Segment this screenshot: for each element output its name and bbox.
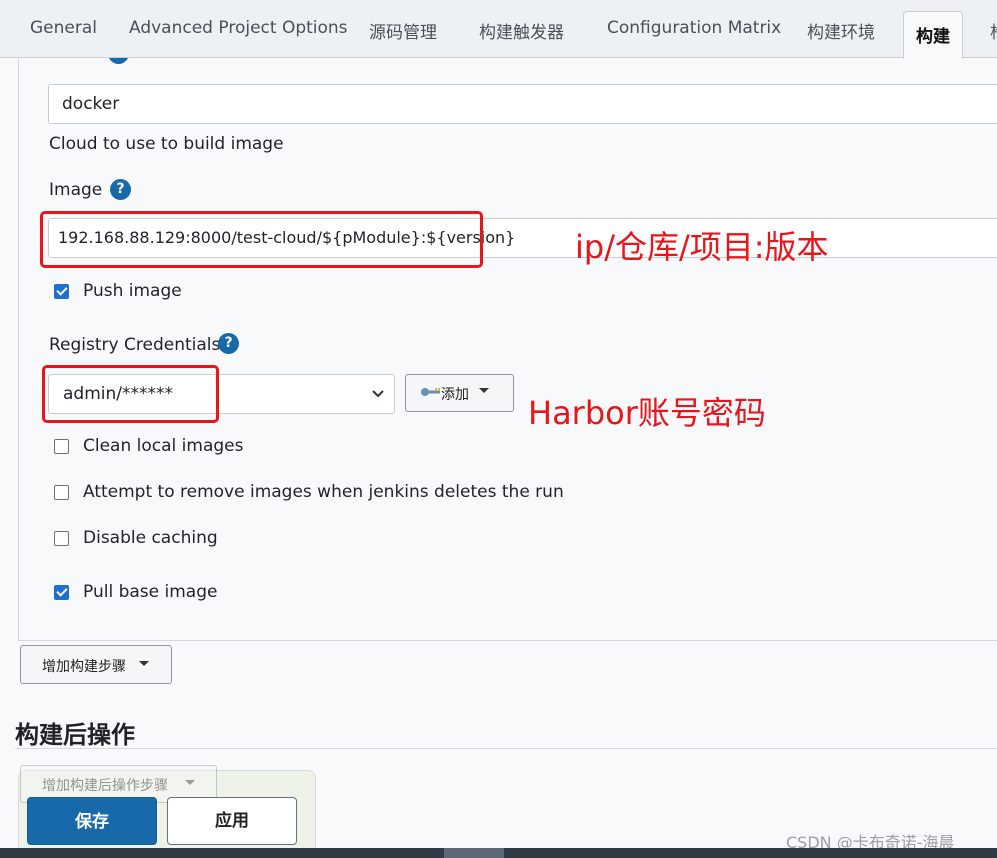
add-build-step-label: 增加构建步骤 [42,659,126,675]
pull-base-image-label: Pull base image [83,582,218,602]
apply-button[interactable]: 应用 [167,797,297,845]
section-divider [15,748,997,749]
caret-down-icon [138,652,150,680]
clean-local-images-label: Clean local images [83,436,244,456]
clean-local-images-checkbox[interactable] [54,439,69,454]
registry-credentials-label: Registry Credentials [49,335,221,355]
image-annotation: ip/仓库/项目:版本 [575,228,829,266]
push-image-checkbox[interactable] [54,284,69,299]
tab-env-label[interactable]: 构建环境 [807,18,875,43]
tab-general-label[interactable]: General [30,18,97,38]
caret-down-icon [184,771,196,799]
horizontal-scrollbar[interactable] [0,848,997,858]
post-build-title: 构建后操作 [15,721,135,749]
image-help-icon[interactable]: ? [110,179,131,200]
add-credentials-button[interactable]: 添加 [405,374,514,412]
cloud-input[interactable]: docker [48,84,997,124]
scrollbar-thumb[interactable] [444,848,504,858]
registry-credentials-help-icon[interactable]: ? [218,333,239,354]
tab-build-label[interactable]: 构建 [903,11,963,59]
chevron-down-icon [370,381,386,411]
image-highlight-box [40,211,483,268]
tab-advanced-label[interactable]: Advanced Project Options [129,18,348,38]
disable-caching-checkbox[interactable] [54,531,69,546]
config-tab-bar-overlay: General Advanced Project Options 源码管理 构建… [0,0,997,59]
credentials-annotation: Harbor账号密码 [528,394,766,432]
add-credentials-label: 添加 [441,387,469,403]
add-build-step-button[interactable]: 增加构建步骤 [20,645,172,684]
image-label: Image [49,180,103,200]
add-post-build-step-label: 增加构建后操作步骤 [42,778,168,794]
disable-caching-label: Disable caching [83,528,218,548]
remove-images-label: Attempt to remove images when jenkins de… [83,482,564,502]
push-image-label: Push image [83,281,182,301]
pull-base-image-checkbox[interactable] [54,585,69,600]
caret-down-icon [478,379,490,407]
remove-images-checkbox[interactable] [54,485,69,500]
tab-triggers-label[interactable]: 构建触发器 [479,18,564,43]
tab-matrix-label[interactable]: Configuration Matrix [607,18,781,38]
save-button[interactable]: 保存 [27,797,157,845]
cloud-description: Cloud to use to build image [49,134,284,154]
credentials-highlight-box [42,365,219,423]
tab-scm-label[interactable]: 源码管理 [369,18,437,43]
key-icon [420,383,442,405]
tab-post-build-label[interactable]: 构 [990,18,997,43]
